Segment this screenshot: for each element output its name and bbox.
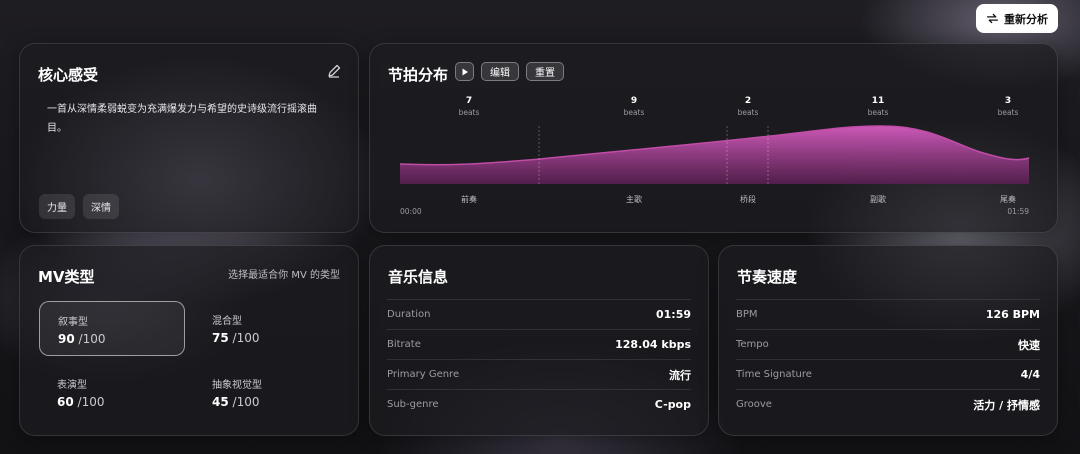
- info-key: Sub-genre: [387, 399, 439, 410]
- info-row-primary-genre: Primary Genre 流行: [387, 359, 691, 389]
- section-label: 尾奏: [1000, 194, 1016, 204]
- reset-beats-button[interactable]: 重置: [526, 62, 564, 81]
- section-beat-count: 11: [872, 96, 885, 106]
- rhythm-speed-panel: 节奏速度 BPM 126 BPM Tempo 快速 Time Signature…: [718, 245, 1058, 436]
- mv-type-title: MV类型: [38, 268, 95, 286]
- core-feeling-panel: 核心感受 一首从深情柔弱蜕变为充满爆发力与希望的史诗级流行摇滚曲目。 力量 深情: [19, 43, 359, 233]
- info-value: 活力 / 抒情感: [973, 398, 1040, 412]
- mv-type-card-performance[interactable]: 表演型 60 /100: [39, 365, 185, 420]
- info-value: 流行: [669, 368, 691, 382]
- mv-type-hint: 选择最适合你 MV 的类型: [228, 270, 340, 281]
- mv-type-score: 60 /100: [57, 395, 105, 409]
- section-beat-unit: beats: [998, 108, 1019, 117]
- play-icon: [462, 68, 468, 75]
- section-label: 桥段: [740, 194, 756, 204]
- info-value: 4/4: [1020, 368, 1040, 381]
- info-row-sub-genre: Sub-genre C-pop: [387, 389, 691, 419]
- info-key: Bitrate: [387, 339, 421, 350]
- section-beat-unit: beats: [738, 108, 759, 117]
- reanalyze-button[interactable]: 重新分析: [976, 4, 1058, 33]
- mv-type-name: 叙事型: [58, 317, 88, 328]
- info-key: BPM: [736, 309, 758, 320]
- mv-type-card-hybrid[interactable]: 混合型 75 /100: [194, 301, 340, 356]
- info-key: Tempo: [736, 339, 769, 350]
- info-value: 01:59: [655, 308, 691, 321]
- info-row-tempo: Tempo 快速: [736, 329, 1040, 359]
- info-row-time-signature: Time Signature 4/4: [736, 359, 1040, 389]
- mv-type-card-narrative[interactable]: 叙事型 90 /100: [39, 301, 185, 356]
- section-beat-count: 2: [745, 96, 751, 106]
- tag-affection[interactable]: 深情: [83, 194, 119, 219]
- music-info-panel: 音乐信息 Duration 01:59 Bitrate 128.04 kbps …: [369, 245, 709, 436]
- section-beat-unit: beats: [459, 108, 480, 117]
- mv-type-name: 混合型: [212, 316, 242, 327]
- beat-distribution-panel: 7 beats 前奏 9 beats 主歌 2 beats 桥段 11 beats 副歌 3 beats 尾…: [369, 43, 1058, 233]
- section-beat-unit: beats: [868, 108, 889, 117]
- info-value: 126 BPM: [985, 308, 1040, 321]
- info-value: 快速: [1018, 338, 1040, 352]
- rhythm-speed-title: 节奏速度: [737, 268, 798, 286]
- mv-type-name: 抽象视觉型: [212, 380, 262, 391]
- info-key: Time Signature: [736, 369, 812, 380]
- info-key: Primary Genre: [387, 369, 460, 380]
- mv-type-panel: MV类型 选择最适合你 MV 的类型 叙事型 90 /100 混合型 75 /1…: [19, 245, 359, 436]
- info-key: Duration: [387, 309, 431, 320]
- section-beat-count: 3: [1005, 96, 1011, 106]
- music-info-title: 音乐信息: [388, 268, 449, 286]
- info-row-duration: Duration 01:59: [387, 299, 691, 329]
- core-feeling-description: 一首从深情柔弱蜕变为充满爆发力与希望的史诗级流行摇滚曲目。: [47, 104, 317, 134]
- edit-beats-button[interactable]: 编辑: [481, 62, 519, 81]
- refresh-icon: [986, 13, 999, 24]
- mv-type-score: 90 /100: [58, 332, 106, 346]
- info-row-groove: Groove 活力 / 抒情感: [736, 389, 1040, 419]
- info-value: 128.04 kbps: [615, 338, 691, 351]
- section-beat-unit: beats: [624, 108, 645, 117]
- info-row-bpm: BPM 126 BPM: [736, 299, 1040, 329]
- mv-type-card-abstract[interactable]: 抽象视觉型 45 /100: [194, 365, 340, 420]
- section-beat-count: 7: [466, 96, 472, 106]
- play-button[interactable]: [455, 62, 474, 81]
- beat-distribution-title: 节拍分布: [388, 66, 449, 84]
- section-beat-count: 9: [631, 96, 637, 106]
- mv-type-score: 45 /100: [212, 395, 260, 409]
- tag-power[interactable]: 力量: [39, 194, 75, 219]
- info-value: C-pop: [654, 398, 691, 411]
- mv-type-name: 表演型: [57, 380, 87, 391]
- end-time-label: 01:59: [1007, 207, 1029, 216]
- tag-list: 力量 深情: [39, 194, 119, 219]
- info-key: Groove: [736, 399, 772, 410]
- section-label: 前奏: [461, 194, 477, 204]
- pencil-icon[interactable]: [326, 63, 342, 79]
- core-feeling-title: 核心感受: [38, 66, 99, 84]
- mv-type-score: 75 /100: [212, 331, 260, 345]
- section-label: 主歌: [626, 194, 642, 204]
- section-label: 副歌: [870, 194, 886, 204]
- info-row-bitrate: Bitrate 128.04 kbps: [387, 329, 691, 359]
- reanalyze-label: 重新分析: [1004, 12, 1048, 26]
- start-time-label: 00:00: [400, 207, 422, 216]
